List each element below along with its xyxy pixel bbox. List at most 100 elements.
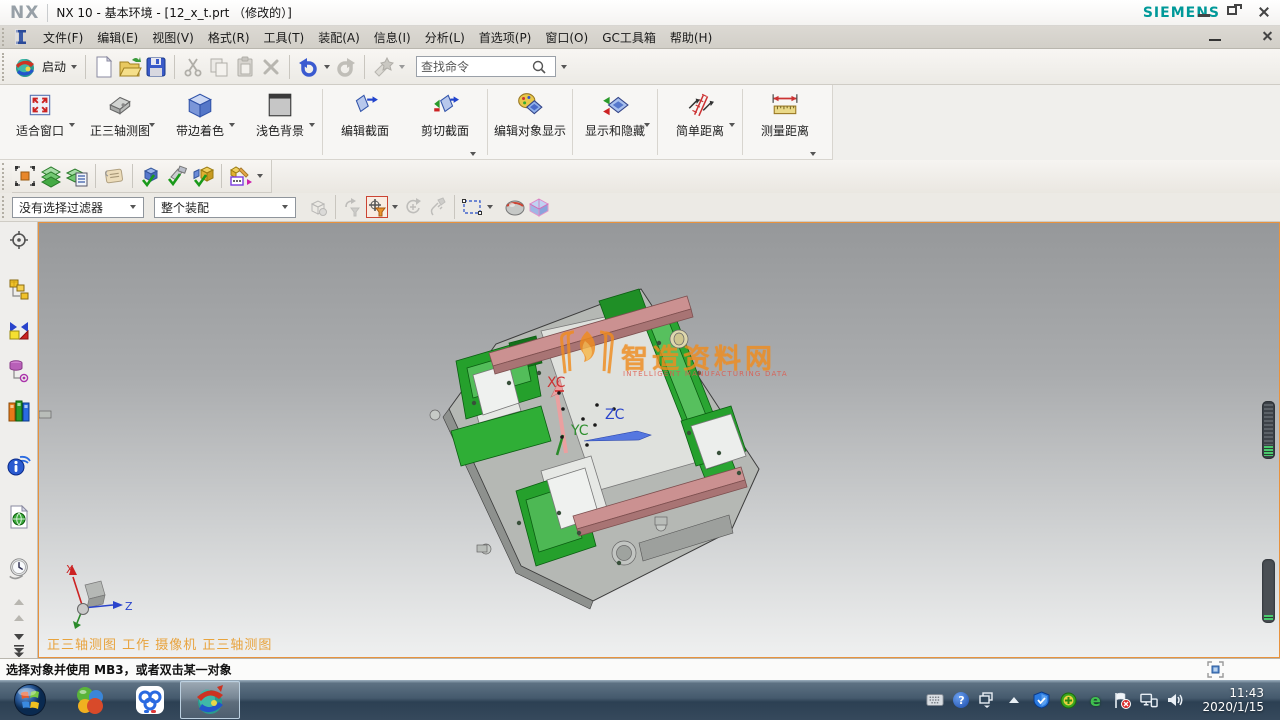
scroll-up-icon[interactable] (7, 595, 31, 609)
start-button[interactable] (0, 680, 60, 720)
assembly-constraint-check-icon[interactable] (138, 163, 164, 189)
show-hidden-icons-button[interactable] (1005, 691, 1023, 709)
undo-icon[interactable] (295, 54, 321, 80)
layer-category-icon[interactable] (64, 163, 90, 189)
input-keyboard-icon[interactable] (926, 691, 944, 709)
selection-scope-dropdown[interactable]: 整个装配 (154, 197, 296, 218)
toolbar-grip[interactable] (2, 196, 8, 218)
network-icon[interactable] (1140, 691, 1158, 709)
paste-icon[interactable] (232, 54, 258, 80)
finder-dropdown-caret[interactable] (399, 65, 405, 69)
show-hide-button[interactable]: 显示和隐藏 (575, 85, 655, 159)
simple-distance-button[interactable]: 简单距离 (660, 85, 740, 159)
taskbar-app-nx-active[interactable] (180, 681, 240, 719)
scroll-up2-icon[interactable] (7, 611, 31, 625)
viewport-slider-lower[interactable] (1262, 559, 1275, 623)
select-within-assembly-icon[interactable] (307, 196, 329, 218)
drag-component-icon[interactable] (426, 196, 448, 218)
annotation-note-icon[interactable] (101, 163, 127, 189)
search-dropdown-caret[interactable] (561, 65, 567, 69)
rotate-point-icon[interactable] (402, 196, 424, 218)
menu-item-help[interactable]: 帮助(H) (663, 26, 719, 49)
measure-distance-button[interactable]: 测量距离 (745, 85, 825, 159)
menu-item-gc-toolbox[interactable]: GC工具箱 (595, 26, 663, 49)
view-dropdown-caret[interactable] (149, 123, 155, 127)
search-icon[interactable] (531, 59, 547, 75)
assembly-arrangement-check-icon[interactable] (190, 163, 216, 189)
clip-dropdown-caret[interactable] (470, 152, 476, 156)
child-restore-button[interactable] (1234, 30, 1248, 42)
security-shield-icon[interactable] (1032, 691, 1050, 709)
web-browser-icon[interactable] (7, 505, 31, 529)
shaded-with-edges-button[interactable]: 带边着色 (160, 85, 240, 159)
menu-item-information[interactable]: 信息(I) (367, 26, 418, 49)
assembly-navigator-icon[interactable] (7, 278, 31, 302)
menu-item-preferences[interactable]: 首选项(P) (472, 26, 539, 49)
update-plus-icon[interactable] (1059, 691, 1077, 709)
graphics-viewport[interactable]: XC YC ZC X Z (38, 222, 1280, 658)
child-close-button[interactable] (1260, 30, 1274, 42)
toolbar-grip[interactable] (2, 28, 8, 46)
shaded-object-icon[interactable] (504, 196, 526, 218)
selection-filter-dropdown[interactable]: 没有选择过滤器 (12, 197, 144, 218)
menu-item-format[interactable]: 格式(R) (201, 26, 257, 49)
start-menu-label[interactable]: 启动 (42, 58, 66, 75)
delete-icon[interactable] (258, 54, 284, 80)
part-navigator-icon[interactable] (7, 359, 31, 383)
constraint-navigator-icon[interactable] (7, 318, 31, 342)
fixture-assembly-model[interactable]: XC YC ZC X Z (39, 223, 1279, 657)
fit-dropdown-caret[interactable] (69, 123, 75, 127)
toolbar-grip[interactable] (2, 53, 8, 81)
attribute-edit-icon[interactable] (227, 163, 253, 189)
snap-filter-active-icon[interactable] (366, 196, 388, 218)
move-component-check-icon[interactable] (164, 163, 190, 189)
undo-dropdown-caret[interactable] (324, 65, 330, 69)
child-minimize-button[interactable] (1208, 30, 1222, 42)
measure-dropdown-caret[interactable] (810, 152, 816, 156)
background-dropdown-caret[interactable] (309, 123, 315, 127)
minimize-button[interactable] (1196, 5, 1212, 19)
hd3d-tools-icon[interactable] (7, 453, 31, 477)
fit-window-button[interactable]: 适合窗口 (0, 85, 80, 159)
browser-tray-icon[interactable]: e (1086, 691, 1104, 709)
start-globe-icon[interactable] (12, 54, 38, 80)
clip-section-button[interactable]: 剪切截面 (405, 85, 485, 159)
reuse-library-icon[interactable] (7, 399, 31, 423)
edit-section-button[interactable]: 编辑截面 (325, 85, 405, 159)
roadmap-icon[interactable] (7, 230, 31, 250)
taskbar-clock[interactable]: 11:43 2020/1/15 (1194, 686, 1270, 714)
open-file-icon[interactable] (117, 54, 143, 80)
desktop-preview-icon[interactable] (978, 691, 996, 709)
menu-item-edit[interactable]: 编辑(E) (90, 26, 145, 49)
cut-icon[interactable] (180, 54, 206, 80)
scroll-down-icon[interactable] (7, 630, 31, 644)
marquee-dropdown-caret[interactable] (487, 205, 493, 209)
snap-point-icon[interactable] (12, 163, 38, 189)
menu-item-tools[interactable]: 工具(T) (257, 26, 312, 49)
help-tray-icon[interactable]: ? (953, 692, 969, 708)
taskbar-app-colorballs[interactable] (60, 680, 120, 720)
start-dropdown-caret[interactable] (71, 65, 77, 69)
taskbar-app-netdisk[interactable] (120, 680, 180, 720)
menu-item-analysis[interactable]: 分析(L) (418, 26, 472, 49)
command-search-box[interactable] (416, 56, 556, 77)
menu-item-assemblies[interactable]: 装配(A) (311, 26, 367, 49)
select-rect-status-icon[interactable] (1207, 661, 1224, 678)
distance-dropdown-caret[interactable] (729, 123, 735, 127)
menu-item-view[interactable]: 视图(V) (145, 26, 201, 49)
save-icon[interactable] (143, 54, 169, 80)
marquee-select-icon[interactable] (461, 196, 483, 218)
command-finder-icon[interactable] (370, 54, 396, 80)
scroll-down-double-icon[interactable] (7, 644, 31, 658)
copy-icon[interactable] (206, 54, 232, 80)
new-file-icon[interactable] (91, 54, 117, 80)
viewport-slider-upper[interactable] (1262, 401, 1275, 459)
volume-icon[interactable] (1167, 691, 1185, 709)
transparent-cube-icon[interactable] (528, 196, 550, 218)
show-hide-dropdown-caret[interactable] (644, 123, 650, 127)
utility-dropdown-caret[interactable] (257, 174, 263, 178)
edit-object-display-button[interactable]: 编辑对象显示 (490, 85, 570, 159)
snap-dropdown-caret[interactable] (392, 205, 398, 209)
toolbar-grip[interactable] (2, 163, 8, 189)
action-center-flag-icon[interactable] (1113, 691, 1131, 709)
